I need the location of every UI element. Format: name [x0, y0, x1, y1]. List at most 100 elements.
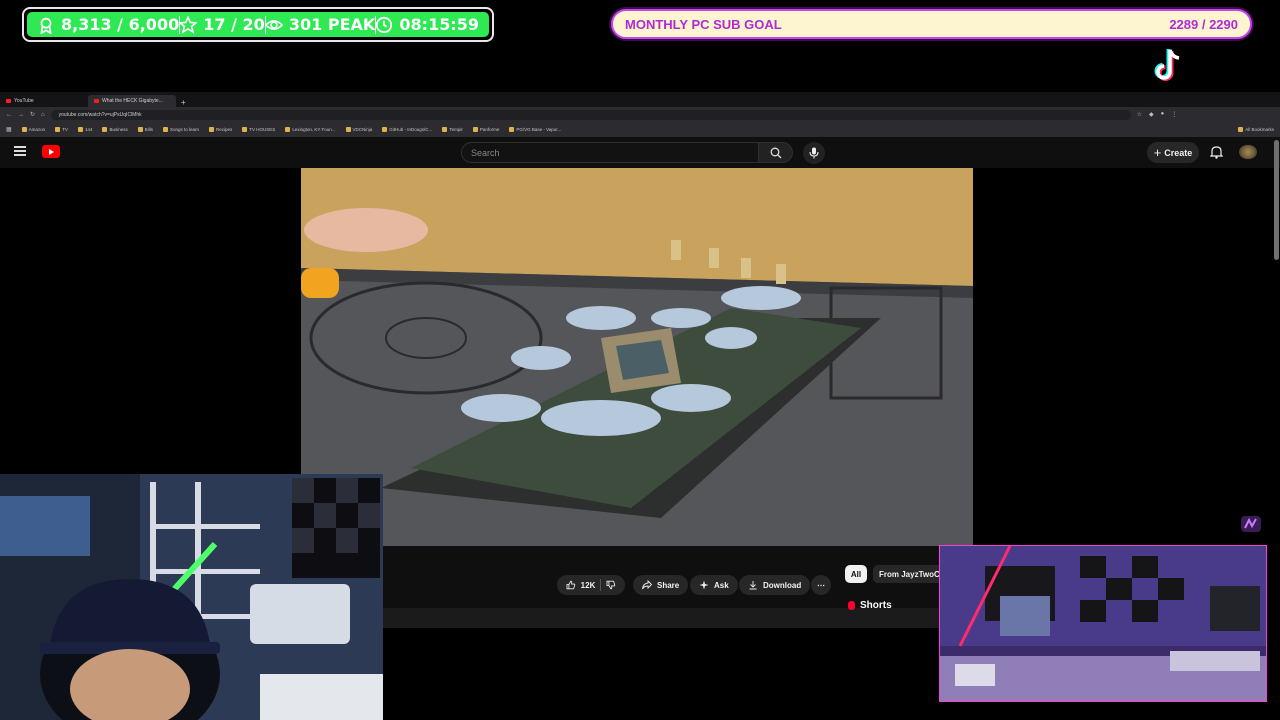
github-icon — [382, 127, 388, 132]
voice-search-button[interactable] — [803, 142, 825, 164]
download-label: Download — [763, 580, 802, 590]
bookmark-item[interactable]: Songs to learn — [163, 127, 199, 132]
profile-icon[interactable]: ● — [1161, 111, 1165, 118]
sub-goal-bar: MONTHLY PC SUB GOAL 2289 / 2290 — [611, 9, 1252, 39]
page-scrollbar[interactable] — [1274, 140, 1279, 260]
back-arrow-icon[interactable]: ← — [6, 112, 12, 118]
thumbs-up-icon — [566, 580, 576, 590]
browser-window-chrome: YouTube What the HECK Gigabyte... + ← → … — [0, 92, 1280, 137]
bookmark-item[interactable]: TV — [55, 127, 68, 132]
folder-icon — [77, 127, 83, 132]
stat-subs-value: 8,313 / 6,000 — [61, 15, 180, 34]
bookmark-item[interactable]: 144 — [77, 127, 92, 132]
apps-grid-icon[interactable]: ▦ — [6, 126, 12, 133]
youtube-header: Search + Create — [0, 137, 1280, 168]
search-button[interactable] — [759, 142, 793, 163]
shorts-icon — [848, 601, 855, 610]
stat-peak-value: 301 PEAK — [288, 15, 376, 34]
stat-goal-value: 17 / 20 — [203, 15, 265, 34]
download-button[interactable]: Download — [739, 575, 811, 595]
site-icon — [345, 127, 351, 132]
shorts-section-header: Shorts — [848, 600, 892, 611]
menu-hamburger-icon[interactable] — [14, 146, 26, 156]
stat-peak: 301 PEAK — [264, 15, 376, 34]
youtube-logo-icon[interactable] — [42, 145, 60, 158]
share-arrow-icon — [642, 580, 652, 590]
folder-icon — [55, 127, 61, 132]
account-avatar[interactable] — [1239, 145, 1257, 159]
description-strip — [383, 608, 939, 628]
sparkle-icon — [699, 580, 709, 590]
bookmark-item[interactable]: Panforme — [472, 127, 499, 132]
chip-from-channel[interactable]: From JayzTwoCents — [873, 565, 939, 583]
tiktok-logo-icon — [1154, 49, 1180, 81]
ask-button[interactable]: Ask — [690, 575, 738, 595]
ask-label: Ask — [714, 580, 729, 590]
tab-title: YouTube — [14, 98, 34, 104]
folder-icon — [102, 127, 108, 132]
stat-subs: 8,313 / 6,000 — [37, 15, 179, 34]
share-button[interactable]: Share — [633, 575, 689, 595]
like-dislike-segment[interactable]: 12K — [557, 575, 625, 595]
plus-icon: + — [1153, 145, 1162, 160]
like-count: 12K — [580, 580, 596, 590]
more-dots-icon: ⋯ — [817, 580, 825, 590]
bookmarks-bar: ▦ Amazon TV 144 Business Bills Songs to … — [0, 122, 1280, 137]
webcam-streamer — [0, 474, 383, 720]
tab-video[interactable]: What the HECK Gigabyte... — [88, 95, 176, 107]
folder-icon — [163, 127, 168, 132]
bookmark-item[interactable]: Amazon — [21, 127, 45, 132]
youtube-doodle-logo[interactable] — [63, 144, 93, 158]
notifications-bell-icon[interactable] — [1210, 145, 1223, 159]
bookmark-item[interactable]: Recipes — [209, 127, 232, 132]
folder-icon — [1238, 127, 1244, 132]
tab-youtube[interactable]: YouTube — [0, 95, 88, 107]
bookmark-item[interactable]: Tempir — [442, 127, 463, 132]
browser-toolbar-icons: ☆ ◆ ● ⋮ — [1137, 111, 1178, 118]
badge-icon — [40, 17, 52, 34]
search-icon — [770, 147, 782, 159]
folder-icon — [209, 127, 215, 132]
menu-dots-icon[interactable]: ⋮ — [1171, 111, 1177, 118]
video-player[interactable] — [301, 168, 973, 546]
tab-title: What the HECK Gigabyte... — [102, 98, 163, 104]
bookmark-item[interactable]: PG/VG Base - Vapor... — [509, 127, 561, 132]
search-input[interactable]: Search — [461, 142, 759, 163]
chip-all[interactable]: All — [845, 565, 867, 583]
bookmark-item[interactable]: Lexington, KY Foun... — [285, 127, 336, 132]
eye-icon — [264, 19, 283, 30]
youtube-favicon-icon — [94, 99, 99, 103]
all-bookmarks-button[interactable]: All Bookmarks — [1238, 127, 1274, 132]
bookmark-item[interactable]: Bills — [137, 127, 153, 132]
address-row: ← → ↻ ⌂ youtube.com/watch?v=ujPsUqIClMhk… — [0, 107, 1280, 122]
bookmark-item[interactable]: Business — [102, 127, 128, 132]
microphone-icon — [809, 147, 819, 159]
video-frame-gpu-board — [301, 168, 973, 546]
create-label: Create — [1164, 147, 1193, 158]
sub-goal-label: MONTHLY PC SUB GOAL — [625, 16, 782, 32]
tab-bar: YouTube What the HECK Gigabyte... + — [0, 92, 1280, 107]
bookmark-item[interactable]: VDCNinja — [345, 127, 372, 132]
folder-icon — [242, 127, 248, 132]
webcam-room — [939, 545, 1267, 702]
share-label: Share — [657, 580, 680, 590]
stream-stats-bar: 8,313 / 6,000 17 / 20 301 PEAK 08:15:59 — [22, 7, 494, 42]
extensions-icon[interactable]: ◆ — [1149, 111, 1154, 118]
create-button[interactable]: + Create — [1147, 142, 1199, 163]
bookmark-item[interactable]: GitHub - InDougs/C... — [382, 127, 432, 132]
more-actions-button[interactable]: ⋯ — [811, 575, 831, 595]
reload-icon[interactable]: ↻ — [30, 111, 35, 118]
address-bar[interactable]: youtube.com/watch?v=ujPsUqIClMhk — [50, 109, 1131, 120]
star-icon — [179, 15, 198, 34]
forward-arrow-icon[interactable]: → — [18, 112, 24, 118]
site-icon — [442, 127, 448, 132]
bookmark-star-icon[interactable]: ☆ — [1137, 111, 1142, 118]
home-icon[interactable]: ⌂ — [41, 112, 45, 118]
bookmark-item[interactable]: TV HOUSES — [242, 127, 275, 132]
streamer-logo-icon — [1241, 516, 1261, 532]
thumbs-down-icon[interactable] — [606, 580, 616, 590]
stat-uptime-value: 08:15:59 — [399, 15, 479, 34]
stat-goal: 17 / 20 — [179, 15, 265, 34]
site-icon — [509, 127, 515, 132]
new-tab-button[interactable]: + — [176, 98, 191, 107]
